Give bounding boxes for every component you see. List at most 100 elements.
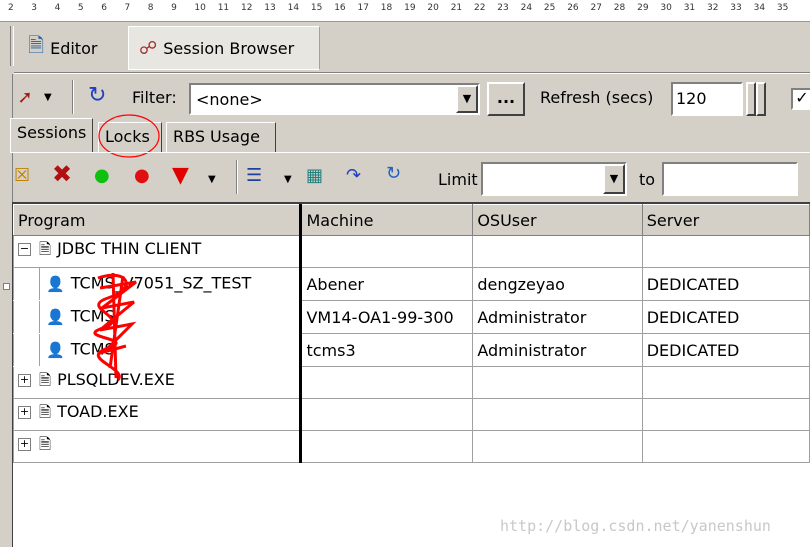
ruler-number: 11 bbox=[217, 3, 230, 13]
spin-down[interactable] bbox=[756, 82, 766, 116]
cell-machine bbox=[300, 235, 474, 268]
ruler-number: 8 bbox=[147, 3, 154, 13]
chevron-down-icon[interactable]: ▼ bbox=[208, 170, 216, 190]
separator bbox=[72, 80, 74, 114]
cell-machine bbox=[300, 366, 474, 399]
ruler-number: 16 bbox=[334, 3, 346, 13]
ruler: 2 3 4 5 6 7 8 9 10 11 12 13 14 15 16 17 18 19 20 21 22 23 24 25… bbox=[0, 0, 810, 22]
ruler-number: 22 bbox=[474, 3, 486, 13]
ruler-number: 14 bbox=[287, 3, 300, 13]
ruler-number: 29 bbox=[637, 3, 649, 13]
document-icon: 🗎 bbox=[39, 403, 52, 421]
resize-handle[interactable] bbox=[3, 283, 10, 290]
tab-label: RBS Usage bbox=[173, 127, 260, 146]
cell-server: DEDICATED bbox=[641, 333, 810, 367]
ruler-number: 12 bbox=[241, 3, 253, 13]
ruler-number: 13 bbox=[264, 3, 276, 13]
kill-session-icon[interactable]: ☒ bbox=[14, 166, 30, 186]
watermark: http://blog.csdn.net/yanenshun bbox=[500, 517, 771, 535]
cell-server: DEDICATED bbox=[641, 300, 810, 334]
green-light-icon[interactable]: ● bbox=[94, 166, 110, 186]
filter-combo[interactable]: <none> ▼ bbox=[189, 83, 480, 115]
cell-server: DEDICATED bbox=[641, 267, 810, 301]
cell-program: 👤 TCMS bbox=[12, 300, 303, 334]
document-icon: 🗎 bbox=[39, 371, 52, 389]
connection-icon[interactable]: ➚ bbox=[10, 88, 40, 108]
ruler-number: 26 bbox=[567, 3, 579, 13]
editor-icon: 🗎 bbox=[28, 33, 45, 57]
ruler-number: 20 bbox=[427, 3, 439, 13]
table-row[interactable]: + 🗎 TOAD.EXE bbox=[12, 398, 810, 431]
user-icon: 👤 bbox=[46, 340, 65, 359]
column-header-machine[interactable]: Machine bbox=[300, 204, 474, 236]
cell-osuser bbox=[472, 235, 643, 268]
column-header-osuser[interactable]: OSUser bbox=[472, 204, 643, 236]
delete-icon[interactable]: ✖ bbox=[52, 162, 72, 186]
toolbar-grip bbox=[10, 26, 14, 66]
red-light-icon[interactable]: ● bbox=[134, 166, 150, 186]
expand-icon[interactable]: + bbox=[18, 406, 31, 419]
refresh-icon[interactable]: ↻ bbox=[88, 85, 106, 107]
table-row[interactable]: + 🗎 bbox=[12, 430, 810, 463]
chevron-down-icon[interactable]: ▼ bbox=[284, 170, 292, 190]
expand-icon[interactable]: + bbox=[18, 374, 31, 387]
ruler-number: 27 bbox=[590, 3, 602, 13]
cell-machine: tcms3 bbox=[300, 333, 474, 367]
session-browser-icon: ☍ bbox=[139, 37, 158, 59]
auto-refresh-checkbox[interactable]: ✓ bbox=[791, 88, 810, 110]
ruler-number: 23 bbox=[497, 3, 509, 13]
refresh-arrow-icon[interactable]: ↻ bbox=[386, 164, 401, 184]
cell-program: − 🗎 JDBC THIN CLIENT bbox=[12, 235, 303, 268]
ruler-number: 21 bbox=[450, 3, 463, 13]
editor-tab[interactable]: 🗎 Editor bbox=[28, 30, 97, 66]
tree-icon[interactable]: ☰ bbox=[246, 166, 262, 186]
cell-osuser bbox=[472, 430, 643, 463]
tab-sessions[interactable]: Sessions bbox=[10, 118, 94, 152]
cell-program: 👤 TCMS bbox=[12, 333, 303, 367]
cell-osuser bbox=[472, 366, 643, 399]
redo-icon[interactable]: ↷ bbox=[346, 166, 361, 186]
cell-program: + 🗎 TOAD.EXE bbox=[12, 398, 303, 431]
ruler-number: 30 bbox=[660, 3, 672, 13]
session-browser-tab[interactable]: ☍ Session Browser bbox=[128, 26, 320, 70]
table-row[interactable]: − 🗎 JDBC THIN CLIENT bbox=[12, 235, 810, 268]
ruler-number: 31 bbox=[683, 3, 696, 13]
filter-icon[interactable]: ▼ bbox=[172, 165, 189, 187]
ruler-number: 4 bbox=[54, 3, 61, 13]
ruler-number: 5 bbox=[77, 3, 84, 13]
ruler-number: 24 bbox=[520, 3, 533, 13]
cell-server bbox=[641, 398, 810, 431]
chevron-down-icon[interactable]: ▼ bbox=[44, 88, 52, 108]
filter-browse-button[interactable]: ... bbox=[487, 82, 525, 116]
document-icon: 🗎 bbox=[39, 240, 52, 258]
limit-combo[interactable]: ▼ bbox=[481, 162, 627, 196]
column-header-server[interactable]: Server bbox=[641, 204, 810, 236]
ruler-number: 25 bbox=[543, 3, 556, 13]
cell-program: + 🗎 bbox=[12, 430, 303, 463]
filter-label: Filter: bbox=[132, 88, 177, 107]
ruler-number: 6 bbox=[101, 3, 107, 13]
cell-osuser: Administrator bbox=[472, 333, 643, 367]
calendar-icon[interactable]: ▦ bbox=[306, 166, 323, 186]
cell-machine bbox=[300, 398, 474, 431]
to-input[interactable] bbox=[662, 162, 798, 196]
divider bbox=[10, 152, 810, 153]
tab-rbs-usage[interactable]: RBS Usage bbox=[166, 122, 276, 152]
dropdown-arrow-icon[interactable]: ▼ bbox=[456, 85, 478, 113]
filter-value: <none> bbox=[196, 90, 263, 109]
refresh-input[interactable]: 120 bbox=[671, 82, 743, 116]
user-icon: 👤 bbox=[46, 307, 65, 326]
cell-server bbox=[641, 235, 810, 268]
expand-icon[interactable]: + bbox=[18, 438, 31, 451]
collapse-icon[interactable]: − bbox=[18, 243, 31, 256]
dropdown-arrow-icon[interactable]: ▼ bbox=[603, 164, 625, 194]
spin-up[interactable] bbox=[746, 82, 756, 116]
limit-label: Limit bbox=[438, 170, 478, 189]
cell-osuser: Administrator bbox=[472, 300, 643, 334]
ruler-number: 7 bbox=[124, 3, 131, 13]
cell-osuser: dengzeyao bbox=[472, 267, 643, 301]
ruler-number: 35 bbox=[776, 3, 789, 13]
column-header-program[interactable]: Program bbox=[12, 204, 303, 236]
ruler-number: 32 bbox=[707, 3, 719, 13]
document-icon: 🗎 bbox=[39, 435, 52, 453]
